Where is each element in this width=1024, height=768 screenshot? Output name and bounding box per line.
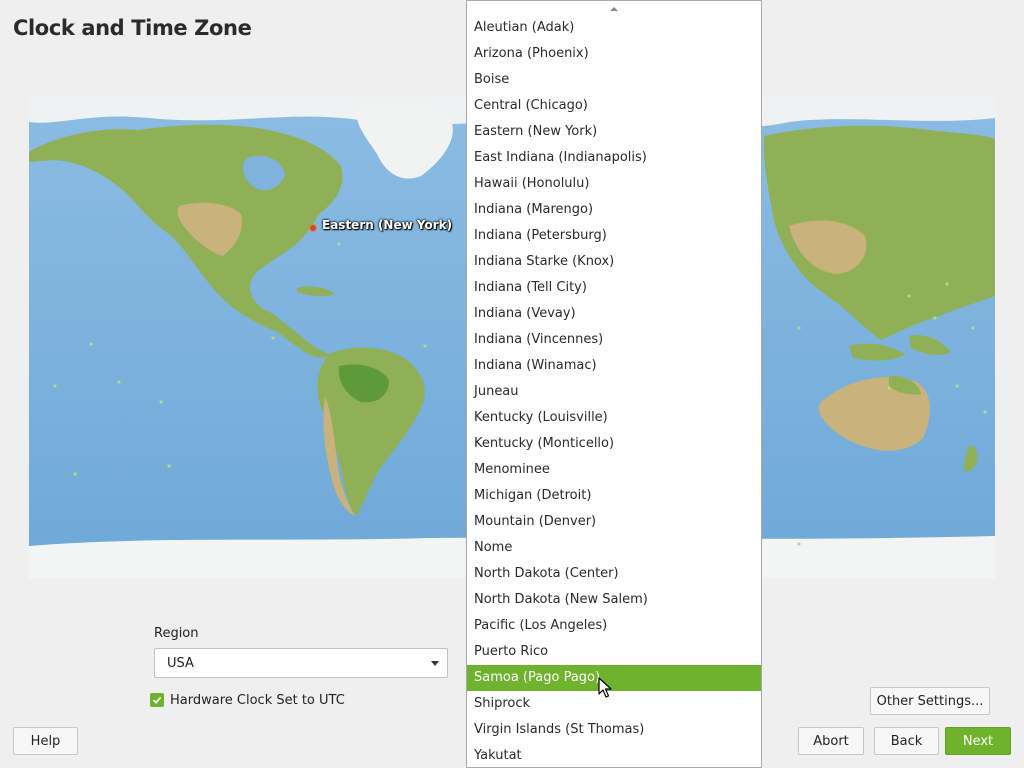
timezone-option[interactable]: Shiprock xyxy=(467,691,761,717)
timezone-option[interactable]: Indiana (Winamac) xyxy=(467,353,761,379)
hardware-clock-label: Hardware Clock Set to UTC xyxy=(170,692,345,708)
timezone-option[interactable]: Yakutat xyxy=(467,743,761,767)
timezone-option[interactable]: Eastern (New York) xyxy=(467,119,761,145)
timezone-option[interactable]: Indiana (Vincennes) xyxy=(467,327,761,353)
page-title: Clock and Time Zone xyxy=(13,16,252,40)
next-button[interactable]: Next xyxy=(945,727,1011,755)
timezone-option[interactable]: Arizona (Phoenix) xyxy=(467,41,761,67)
timezone-option[interactable]: Indiana Starke (Knox) xyxy=(467,249,761,275)
timezone-option[interactable]: Central (Chicago) xyxy=(467,93,761,119)
timezone-option[interactable]: Indiana (Petersburg) xyxy=(467,223,761,249)
timezone-option-selected[interactable]: Samoa (Pago Pago) xyxy=(467,665,761,691)
timezone-option[interactable]: North Dakota (Center) xyxy=(467,561,761,587)
timezone-option[interactable]: Indiana (Tell City) xyxy=(467,275,761,301)
timezone-option[interactable]: Mountain (Denver) xyxy=(467,509,761,535)
abort-button[interactable]: Abort xyxy=(798,727,864,755)
other-settings-button[interactable]: Other Settings... xyxy=(870,687,990,715)
timezone-option[interactable]: Kentucky (Monticello) xyxy=(467,431,761,457)
timezone-option[interactable]: Hawaii (Honolulu) xyxy=(467,171,761,197)
region-select[interactable]: USA xyxy=(154,648,448,678)
timezone-option[interactable]: Boise xyxy=(467,67,761,93)
help-button[interactable]: Help xyxy=(13,727,78,755)
timezone-option[interactable]: Indiana (Vevay) xyxy=(467,301,761,327)
map-location-label: Eastern (New York) xyxy=(322,218,453,232)
hardware-clock-utc-checkbox[interactable]: Hardware Clock Set to UTC xyxy=(150,690,345,710)
scroll-up-icon[interactable] xyxy=(610,7,618,11)
location-marker[interactable] xyxy=(309,224,317,232)
chevron-down-icon xyxy=(431,661,439,666)
region-select-value: USA xyxy=(167,656,194,671)
timezone-option[interactable]: Pacific (Los Angeles) xyxy=(467,613,761,639)
timezone-option[interactable]: Virgin Islands (St Thomas) xyxy=(467,717,761,743)
timezone-option[interactable]: Juneau xyxy=(467,379,761,405)
timezone-option[interactable]: Michigan (Detroit) xyxy=(467,483,761,509)
timezone-option[interactable]: Indiana (Marengo) xyxy=(467,197,761,223)
timezone-dropdown-list[interactable]: Aleutian (Adak) Arizona (Phoenix) Boise Cen… xyxy=(466,0,762,768)
timezone-option[interactable]: Puerto Rico xyxy=(467,639,761,665)
timezone-option[interactable]: Aleutian (Adak) xyxy=(467,15,761,41)
timezone-option[interactable]: Menominee xyxy=(467,457,761,483)
checkbox-checked-icon xyxy=(150,693,164,707)
timezone-option[interactable]: Kentucky (Louisville) xyxy=(467,405,761,431)
timezone-option[interactable]: Nome xyxy=(467,535,761,561)
back-button[interactable]: Back xyxy=(874,727,939,755)
timezone-option[interactable]: East Indiana (Indianapolis) xyxy=(467,145,761,171)
timezone-option[interactable]: North Dakota (New Salem) xyxy=(467,587,761,613)
region-label: Region xyxy=(154,626,199,641)
